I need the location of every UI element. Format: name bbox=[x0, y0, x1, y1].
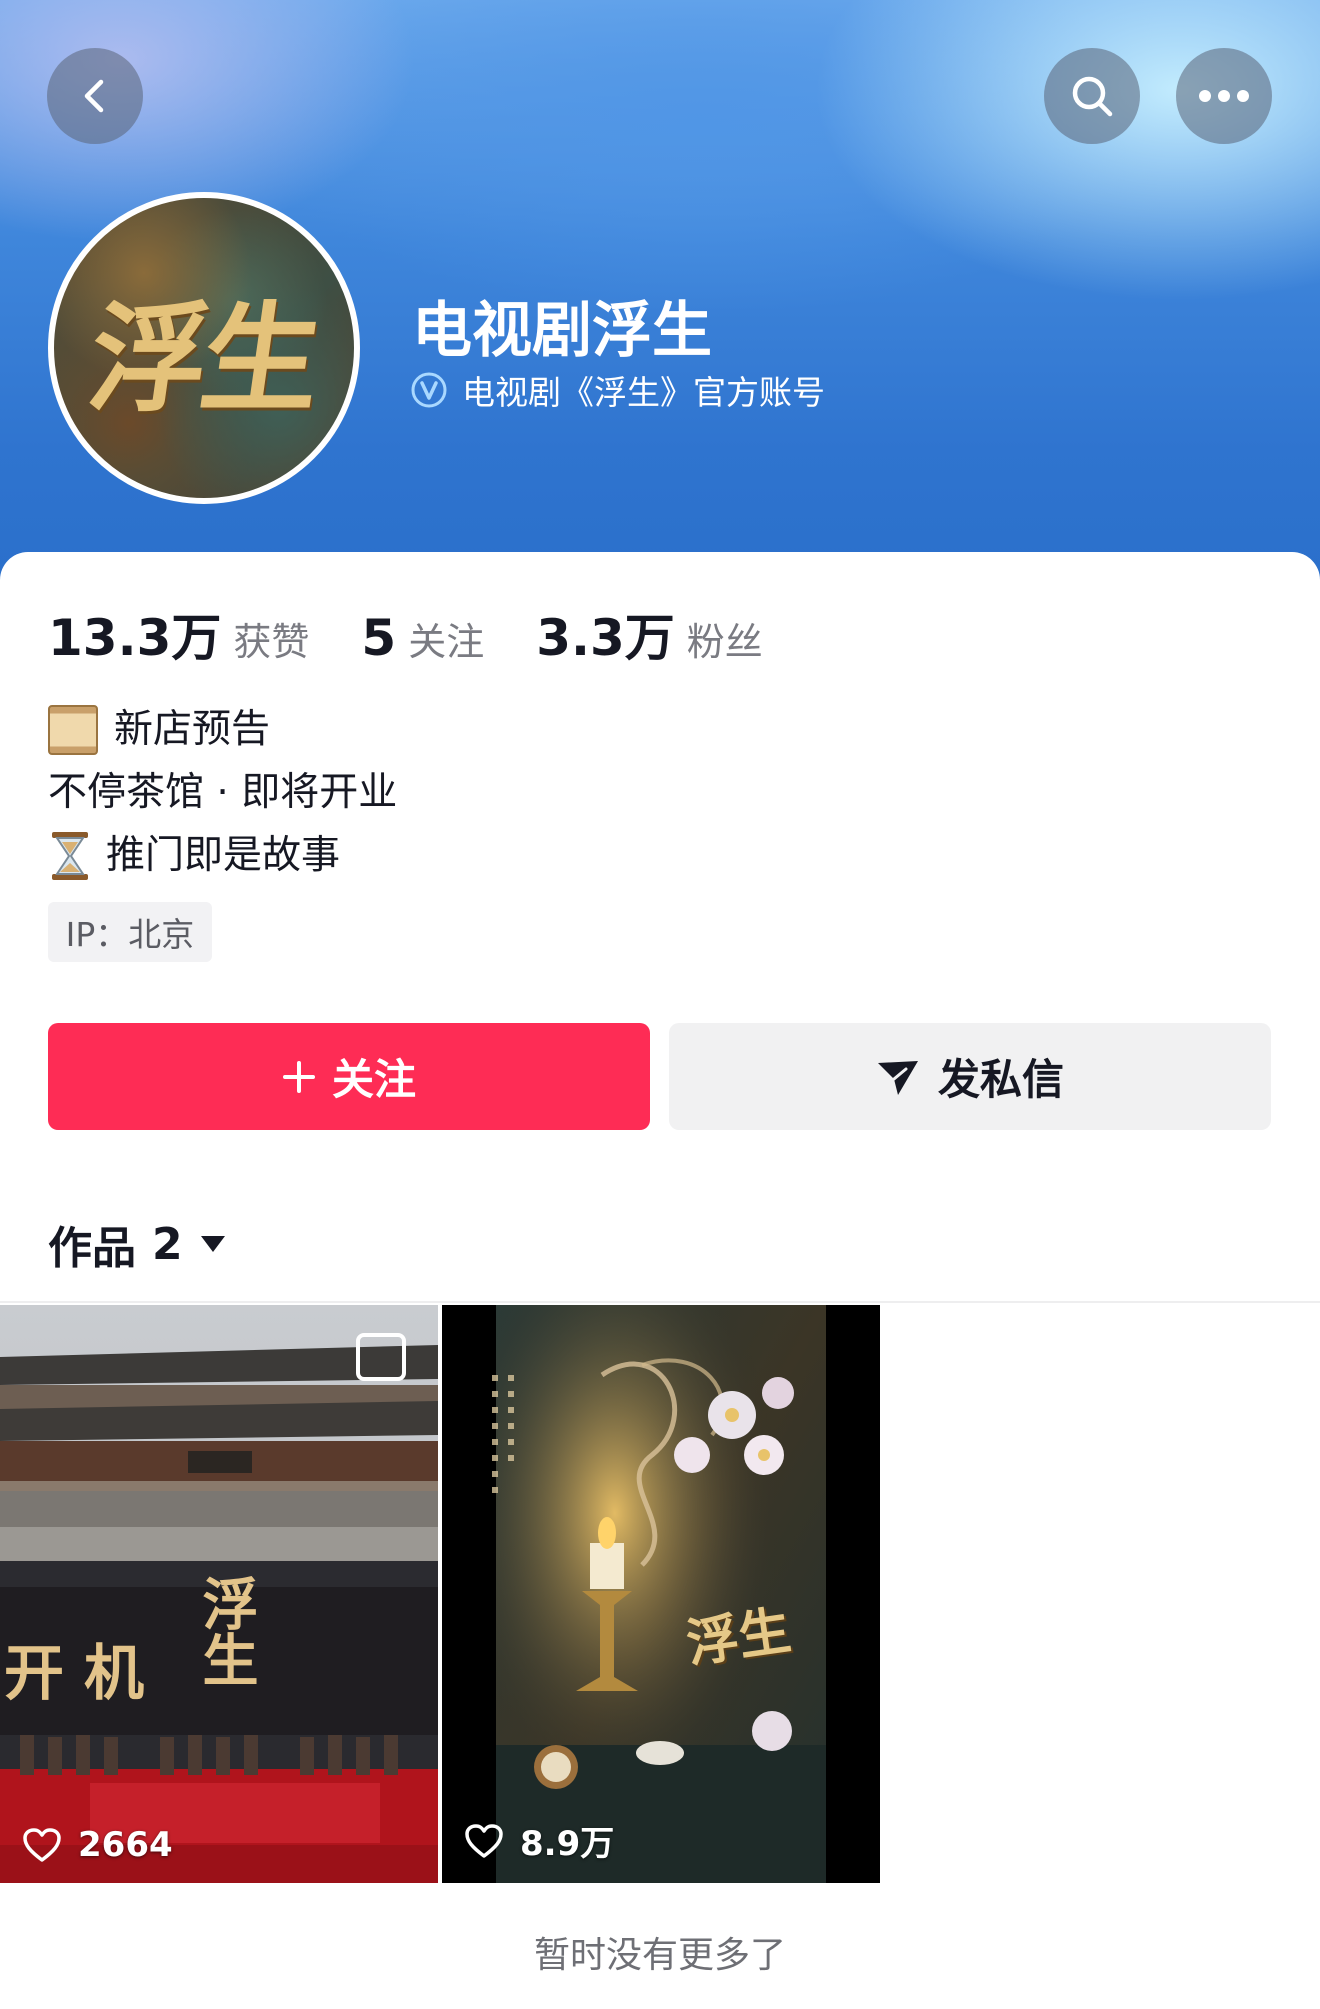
banner-calligraphy-title: 浮生 bbox=[193, 1575, 259, 1687]
avatar-logo-text: 浮生 bbox=[80, 288, 325, 428]
follow-button[interactable]: 关注 bbox=[48, 1023, 650, 1130]
section-divider bbox=[0, 1301, 1320, 1303]
bio-line: 新店预告 bbox=[48, 698, 397, 761]
video-tile[interactable]: 开机 浮生 2664 bbox=[0, 1305, 438, 1883]
works-tab[interactable]: 作品 2 bbox=[48, 1212, 227, 1276]
poster-calligraphy-title: 浮生 bbox=[682, 1600, 795, 1675]
search-button[interactable] bbox=[1044, 48, 1140, 144]
stat-value: 5 bbox=[361, 609, 397, 667]
works-count: 2 bbox=[152, 1218, 183, 1270]
follow-button-label: 关注 bbox=[331, 1055, 416, 1104]
chevron-left-icon bbox=[84, 79, 104, 113]
works-label: 作品 bbox=[48, 1223, 136, 1274]
stat-value: 3.3万 bbox=[536, 609, 675, 667]
send-message-button[interactable]: 发私信 bbox=[669, 1023, 1271, 1130]
hourglass-emoji-icon bbox=[52, 831, 88, 880]
profile-nickname: 电视剧浮生 bbox=[412, 296, 712, 366]
scroll-emoji-icon bbox=[48, 704, 98, 755]
verification-row: 电视剧《浮生》官方账号 bbox=[410, 366, 825, 414]
like-count: 2664 bbox=[22, 1825, 173, 1865]
send-message-label: 发私信 bbox=[937, 1055, 1064, 1104]
video-thumbnail bbox=[442, 1305, 880, 1883]
stat-following[interactable]: 5 关注 bbox=[361, 609, 484, 667]
heart-icon bbox=[465, 1823, 503, 1858]
like-count-value: 8.9万 bbox=[520, 1824, 615, 1864]
like-count: 8.9万 bbox=[464, 1816, 614, 1865]
send-icon bbox=[877, 1060, 918, 1095]
bio-text: 不停茶馆 · 即将开业 bbox=[48, 770, 398, 815]
profile-bio: 新店预告 不停茶馆 · 即将开业 推门即是故事 bbox=[48, 698, 397, 887]
ip-location-tag: IP：北京 bbox=[48, 902, 212, 962]
stat-value: 13.3万 bbox=[48, 609, 222, 667]
no-more-content-text: 暂时没有更多了 bbox=[533, 1935, 786, 1976]
stat-label: 粉丝 bbox=[686, 620, 763, 664]
avatar[interactable]: 浮生 bbox=[48, 192, 360, 504]
stat-label: 获赞 bbox=[233, 620, 310, 664]
search-icon bbox=[1072, 76, 1113, 117]
heart-icon bbox=[23, 1828, 61, 1862]
back-button[interactable] bbox=[47, 48, 143, 144]
banner-calligraphy-left: 开机 bbox=[4, 1639, 164, 1709]
bio-line: 推门即是故事 bbox=[48, 824, 397, 887]
verification-text: 电视剧《浮生》官方账号 bbox=[462, 373, 825, 412]
profile-stats: 13.3万 获赞 5 关注 3.3万 粉丝 bbox=[48, 598, 815, 670]
stat-label: 关注 bbox=[408, 620, 485, 664]
like-count-value: 2664 bbox=[78, 1825, 173, 1865]
bio-line: 不停茶馆 · 即将开业 bbox=[48, 761, 397, 824]
stat-likes[interactable]: 13.3万 获赞 bbox=[48, 598, 309, 670]
video-tile[interactable]: 浮生 8.9万 bbox=[442, 1305, 880, 1883]
caret-down-icon[interactable] bbox=[199, 1233, 227, 1255]
bio-text: 推门即是故事 bbox=[106, 833, 341, 878]
bio-text: 新店预告 bbox=[114, 707, 271, 752]
stat-followers[interactable]: 3.3万 粉丝 bbox=[536, 598, 763, 670]
plus-icon bbox=[282, 1060, 315, 1093]
more-button[interactable] bbox=[1176, 48, 1272, 144]
more-horizontal-icon bbox=[1199, 90, 1249, 102]
verified-badge-icon bbox=[411, 372, 447, 408]
